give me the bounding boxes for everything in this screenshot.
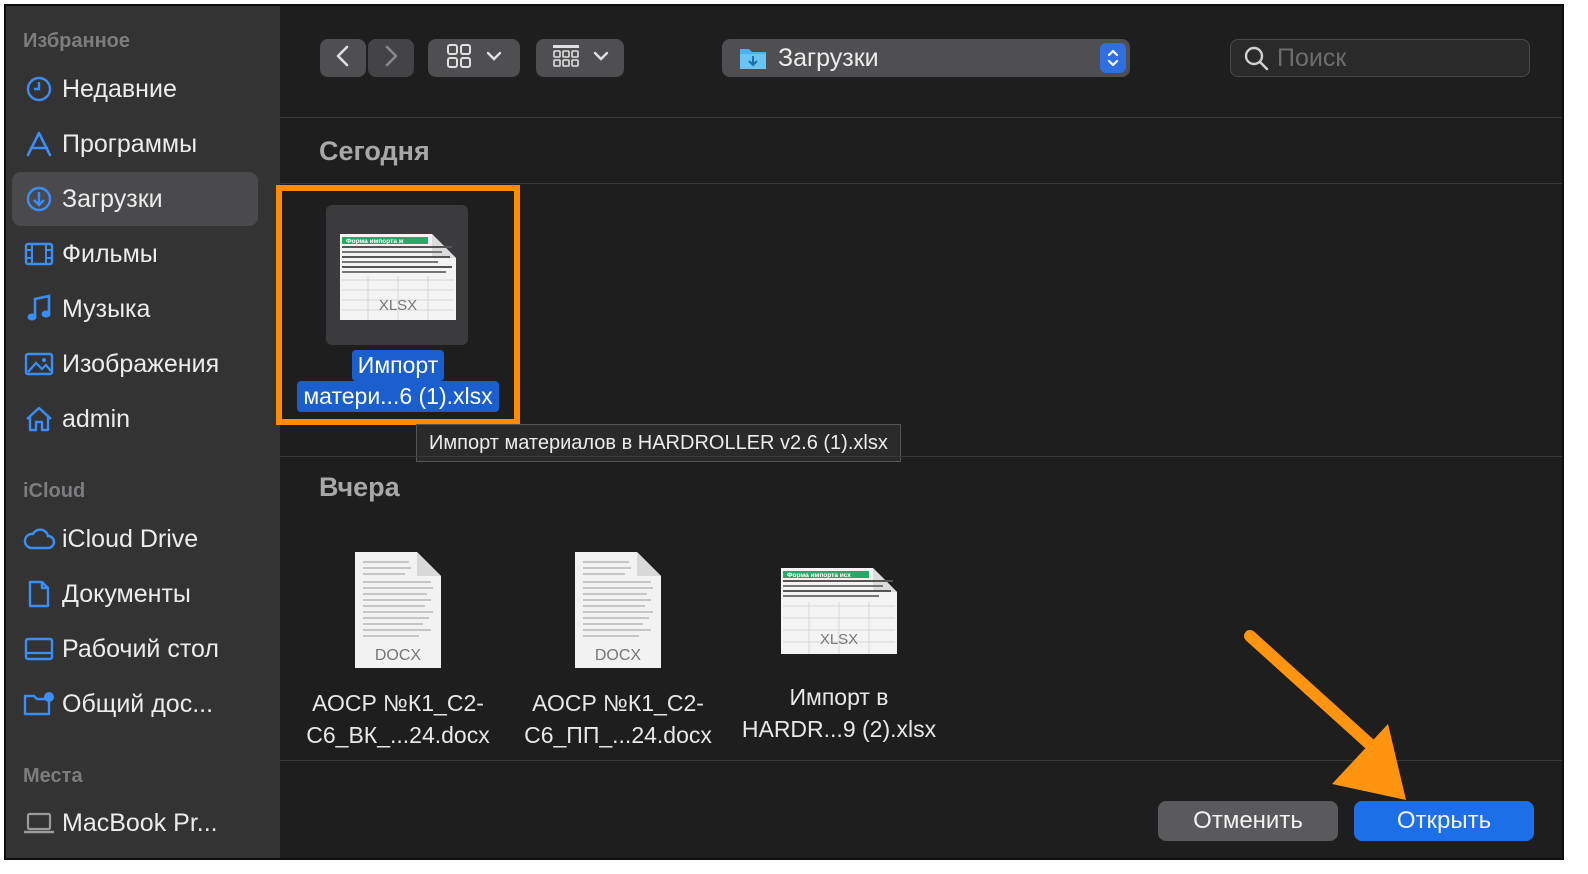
sidebar-item-documents[interactable]: Документы (12, 567, 258, 621)
popup-stepper-icon (1100, 43, 1126, 73)
apps-icon (16, 117, 62, 171)
sidebar-item-label: Изображения (62, 349, 220, 378)
annotation-arrow-icon (1244, 630, 1406, 800)
sidebar-item-applications[interactable]: Программы (12, 117, 258, 171)
file-name-line1: Импорт в (789, 684, 889, 710)
music-note-icon (16, 282, 62, 336)
file-name-line2: С6_ПП_...24.docx (524, 722, 712, 748)
file-open-dialog: Избранное Недавние Программы Загрузки Фи… (4, 4, 1564, 860)
file-name-line2: HARDR...9 (2).xlsx (741, 716, 937, 742)
thumb-type-label: DOCX (375, 647, 422, 664)
file-item[interactable]: Форма импорта исх XLSX Импорт в HARDR...… (738, 566, 940, 745)
sidebar-item-label: Музыка (62, 294, 151, 323)
sidebar-item-label: admin (62, 404, 131, 433)
sidebar-item-label: Документы (62, 579, 191, 608)
annotation-highlight-box (276, 185, 520, 425)
sidebar: Избранное Недавние Программы Загрузки Фи… (6, 6, 280, 858)
sidebar-item-shared[interactable]: Общий дос... (12, 677, 258, 731)
group-divider (280, 183, 1562, 184)
sidebar-item-music[interactable]: Музыка (12, 282, 258, 336)
toolbar-divider (280, 117, 1562, 118)
sidebar-item-label: iCloud Drive (62, 524, 199, 553)
group-by-button[interactable] (536, 39, 624, 77)
back-button[interactable] (320, 39, 366, 77)
sidebar-item-label: Фильмы (62, 239, 158, 268)
chevron-down-icon (486, 49, 502, 67)
clock-icon (16, 62, 62, 116)
sidebar-item-home[interactable]: admin (12, 392, 258, 446)
search-icon (1243, 45, 1269, 71)
grid-view-icon (446, 43, 472, 74)
sidebar-item-label: Рабочий стол (62, 634, 219, 663)
pictures-icon (16, 337, 62, 391)
file-item[interactable]: DOCX АОСР №К1_С2- С6_ВК_...24.docx (300, 550, 496, 751)
document-icon (16, 567, 62, 621)
file-item[interactable]: DOCX АОСР №К1_С2- С6_ПП_...24.docx (520, 550, 716, 751)
cloud-icon (16, 512, 62, 566)
chevron-right-icon (383, 45, 399, 72)
sidebar-item-movies[interactable]: Фильмы (12, 227, 258, 281)
sidebar-item-recents[interactable]: Недавние (12, 62, 258, 116)
sidebar-item-label: Общий дос... (62, 689, 214, 718)
chevron-left-icon (335, 45, 351, 72)
thumb-type-label: DOCX (595, 647, 642, 664)
sidebar-item-label: Загрузки (62, 184, 163, 213)
sidebar-item-downloads[interactable]: Загрузки (12, 172, 258, 226)
cancel-button[interactable]: Отменить (1158, 801, 1338, 841)
forward-button[interactable] (368, 39, 414, 77)
xlsx-file-icon: Форма импорта исх XLSX (781, 568, 897, 654)
sidebar-section-icloud: iCloud (23, 480, 86, 502)
sidebar-item-pictures[interactable]: Изображения (12, 337, 258, 391)
sidebar-item-label: Недавние (62, 74, 177, 103)
file-name-line1: АОСР №К1_С2- (532, 690, 704, 716)
shared-folder-icon (16, 677, 62, 731)
view-mode-button[interactable] (428, 39, 520, 77)
home-icon (16, 392, 62, 446)
sidebar-section-favorites: Избранное (23, 30, 131, 52)
chevron-down-icon (593, 49, 609, 67)
open-button[interactable]: Открыть (1354, 801, 1534, 841)
location-label: Загрузки (778, 43, 879, 72)
group-title-yesterday: Вчера (319, 472, 400, 502)
search-field[interactable]: Поиск (1230, 39, 1530, 77)
group-title-today: Сегодня (319, 136, 430, 166)
downloads-folder-icon (738, 45, 768, 71)
laptop-icon (16, 796, 62, 850)
thumb-type-label: XLSX (820, 631, 858, 648)
film-icon (16, 227, 62, 281)
desktop-icon (16, 622, 62, 676)
sidebar-section-locations: Места (23, 765, 83, 787)
search-input[interactable]: Поиск (1277, 44, 1346, 73)
file-name-line2: С6_ВК_...24.docx (306, 722, 490, 748)
download-icon (16, 172, 62, 226)
sidebar-item-label: MacBook Pr... (62, 808, 218, 837)
sidebar-item-macbook[interactable]: MacBook Pr... (12, 796, 258, 850)
thumb-header-text: Форма импорта исх (787, 572, 851, 579)
group-view-icon (551, 43, 581, 74)
sidebar-item-icloud-drive[interactable]: iCloud Drive (12, 512, 258, 566)
group-divider (280, 456, 1562, 457)
file-name-line1: АОСР №К1_С2- (312, 690, 484, 716)
sidebar-item-desktop[interactable]: Рабочий стол (12, 622, 258, 676)
docx-file-icon: DOCX (355, 552, 441, 668)
sidebar-item-label: Программы (62, 129, 198, 158)
docx-file-icon: DOCX (575, 552, 661, 668)
location-popup[interactable]: Загрузки (722, 39, 1130, 77)
